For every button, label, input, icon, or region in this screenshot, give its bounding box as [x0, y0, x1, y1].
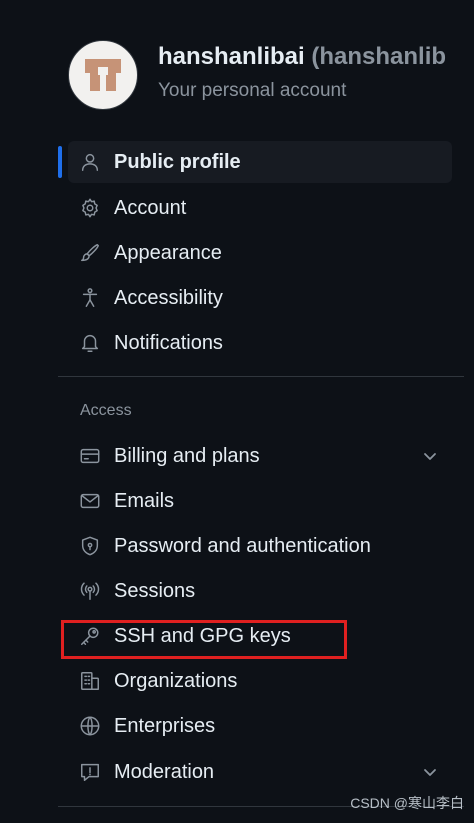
nav-item-sessions[interactable]: Sessions [68, 570, 452, 612]
nav-label: SSH and GPG keys [114, 624, 291, 647]
bell-icon [78, 331, 102, 355]
nav-label: Account [114, 196, 187, 219]
nav-label: Organizations [114, 669, 238, 692]
nav-label: Password and authentication [114, 534, 371, 557]
broadcast-icon [78, 579, 102, 603]
nav-label: Notifications [114, 331, 223, 354]
watermark: CSDN @寒山李白 [350, 795, 464, 811]
globe-icon [78, 714, 102, 738]
nav-item-emails[interactable]: Emails [68, 480, 452, 522]
paintbrush-icon [78, 241, 102, 265]
chevron-down-icon[interactable] [420, 446, 440, 466]
nav-item-accessibility[interactable]: Accessibility [68, 277, 452, 319]
mail-icon [78, 489, 102, 513]
organization-icon [78, 669, 102, 693]
person-icon [78, 150, 102, 174]
section-divider [58, 376, 464, 377]
nav-item-billing[interactable]: Billing and plans [68, 435, 452, 477]
credit-card-icon [78, 444, 102, 468]
nav-item-moderation[interactable]: Moderation [68, 751, 452, 793]
user-handle: (hanshanlib [311, 43, 447, 70]
nav-label: Public profile [114, 150, 241, 173]
nav-label: Appearance [114, 241, 222, 264]
nav-item-enterprises[interactable]: Enterprises [68, 705, 452, 747]
section-heading-access: Access [80, 402, 132, 419]
nav-item-organizations[interactable]: Organizations [68, 660, 452, 702]
accessibility-icon [78, 286, 102, 310]
nav-item-public-profile[interactable]: Public profile [68, 141, 452, 183]
nav-item-account[interactable]: Account [68, 187, 452, 229]
report-icon [78, 760, 102, 784]
avatar[interactable] [68, 40, 138, 110]
nav-item-password-authentication[interactable]: Password and authentication [68, 525, 452, 567]
account-header: hanshanlibai (hanshanlib Your personal a… [68, 40, 474, 110]
nav-label: Sessions [114, 579, 196, 602]
active-indicator [58, 146, 62, 178]
nav-label: Emails [114, 489, 175, 512]
nav-label: Moderation [114, 760, 215, 783]
nav-label: Accessibility [114, 286, 223, 309]
nav-label: Billing and plans [114, 444, 260, 467]
gear-icon [78, 196, 102, 220]
username-text: hanshanlibai [158, 43, 305, 70]
nav-item-notifications[interactable]: Notifications [68, 322, 452, 364]
nav-item-appearance[interactable]: Appearance [68, 232, 452, 274]
shield-lock-icon [78, 534, 102, 558]
account-subtitle: Your personal account [158, 80, 347, 101]
chevron-down-icon[interactable] [420, 762, 440, 782]
username[interactable]: hanshanlibai (hanshanlib [158, 43, 446, 71]
key-icon [78, 624, 102, 648]
nav-item-ssh-gpg-keys[interactable]: SSH and GPG keys [68, 615, 452, 657]
nav-label: Enterprises [114, 714, 216, 737]
